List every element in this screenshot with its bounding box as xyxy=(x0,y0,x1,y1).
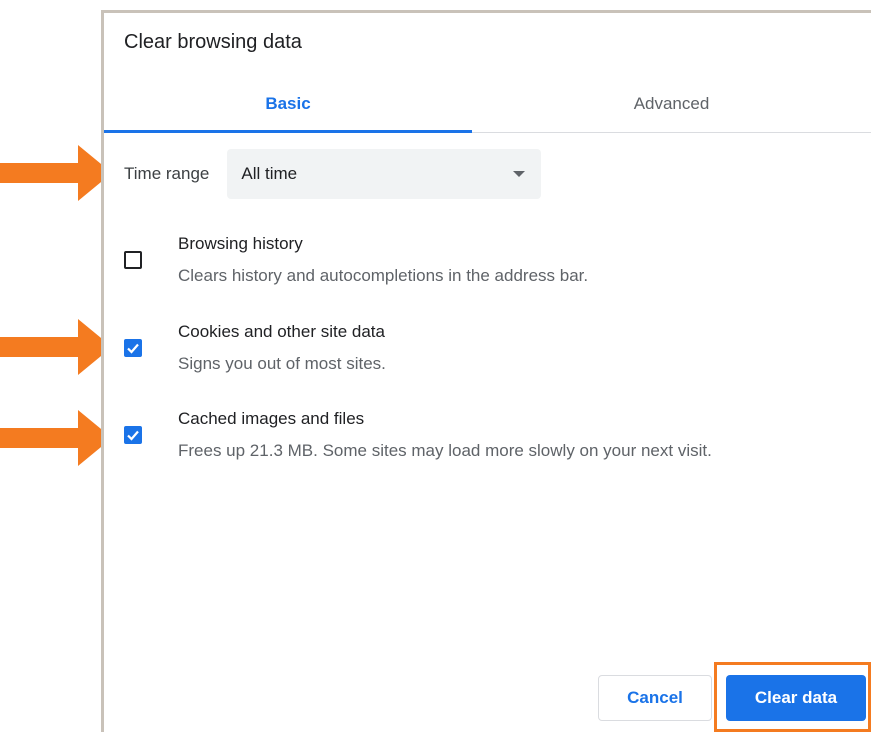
time-range-row: Time range All time xyxy=(124,149,542,199)
tab-bar: Basic Advanced xyxy=(104,75,871,133)
option-description: Signs you out of most sites. xyxy=(178,354,386,373)
clear-data-button[interactable]: Clear data xyxy=(726,675,866,721)
option-cookies: Cookies and other site data Signs you ou… xyxy=(124,321,386,375)
option-description: Frees up 21.3 MB. Some sites may load mo… xyxy=(178,441,712,460)
tab-basic[interactable]: Basic xyxy=(104,75,472,133)
option-description: Clears history and autocompletions in th… xyxy=(178,266,589,285)
time-range-label: Time range xyxy=(124,164,210,183)
dialog-title: Clear browsing data xyxy=(124,31,302,53)
tab-advanced[interactable]: Advanced xyxy=(472,75,871,132)
cached-images-checkbox[interactable] xyxy=(124,426,142,444)
time-range-value: All time xyxy=(241,164,298,183)
annotation-arrow-icon xyxy=(0,145,112,201)
dropdown-caret-icon xyxy=(513,171,526,177)
cookies-checkbox[interactable] xyxy=(124,339,142,357)
checkmark-icon xyxy=(127,343,139,354)
option-title: Cookies and other site data xyxy=(178,322,385,341)
checkmark-icon xyxy=(127,430,139,441)
annotation-arrow-icon xyxy=(0,319,112,375)
option-title: Browsing history xyxy=(178,234,303,253)
option-browsing-history: Browsing history Clears history and auto… xyxy=(124,233,588,287)
browsing-history-checkbox[interactable] xyxy=(124,251,142,269)
cancel-button[interactable]: Cancel xyxy=(598,675,712,721)
option-title: Cached images and files xyxy=(178,409,365,428)
clear-browsing-data-dialog: Clear browsing data Basic Advanced Time … xyxy=(101,10,871,732)
annotation-arrow-icon xyxy=(0,410,112,466)
time-range-select[interactable]: All time xyxy=(227,149,542,199)
option-cached-images: Cached images and files Frees up 21.3 MB… xyxy=(124,408,712,462)
